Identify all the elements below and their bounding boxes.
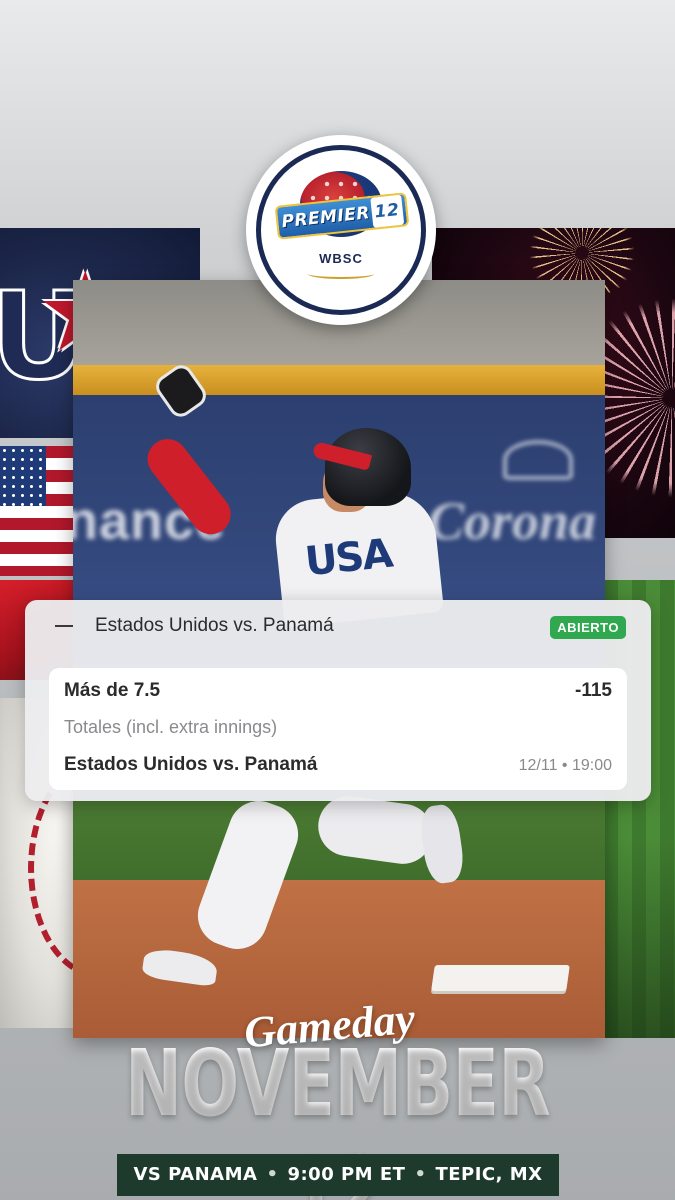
bet-market: Totales (incl. extra innings) xyxy=(64,717,278,737)
game-info-bar: VS PANAMA • 9:00 PM ET • TEPIC, MX xyxy=(117,1154,559,1196)
usa-flag-image xyxy=(0,446,80,576)
bet-selection: Más de 7.5 xyxy=(64,680,161,701)
minus-icon[interactable] xyxy=(55,625,73,627)
logo-wordmark-number: 12 xyxy=(370,194,404,228)
premier12-logo: PREMIER 12 WBSC xyxy=(246,135,436,325)
jersey-lettering: USA xyxy=(302,530,394,586)
crown-icon xyxy=(503,440,573,480)
logo-wordmark-text: PREMIER xyxy=(280,203,371,233)
bet-card[interactable]: Estados Unidos vs. Panamá ABIERTO Más de… xyxy=(25,600,651,801)
bet-selection-panel[interactable]: Más de 7.5 -115 Totales (incl. extra inn… xyxy=(49,668,627,790)
photo-railing xyxy=(73,365,605,395)
logo-subtitle: WBSC xyxy=(319,251,363,266)
bet-card-header[interactable]: Estados Unidos vs. Panamá ABIERTO xyxy=(25,600,651,652)
flag-canton xyxy=(0,446,46,506)
status-badge: ABIERTO xyxy=(550,616,626,639)
bet-odds[interactable]: -115 xyxy=(575,680,612,702)
game-location: TEPIC, MX xyxy=(435,1164,543,1185)
bet-event: Estados Unidos vs. Panamá xyxy=(64,754,318,775)
second-base xyxy=(431,965,570,991)
info-separator: • xyxy=(414,1164,427,1185)
logo-swoosh xyxy=(308,269,374,279)
bet-card-title: Estados Unidos vs. Panamá xyxy=(95,615,334,636)
bet-event-datetime: 12/11 • 19:00 xyxy=(518,757,612,774)
wall-ad-text-2: Corona xyxy=(428,491,597,551)
game-opponent: VS PANAMA xyxy=(133,1164,258,1185)
info-separator: • xyxy=(266,1164,279,1185)
game-time: 9:00 PM ET xyxy=(287,1164,406,1185)
